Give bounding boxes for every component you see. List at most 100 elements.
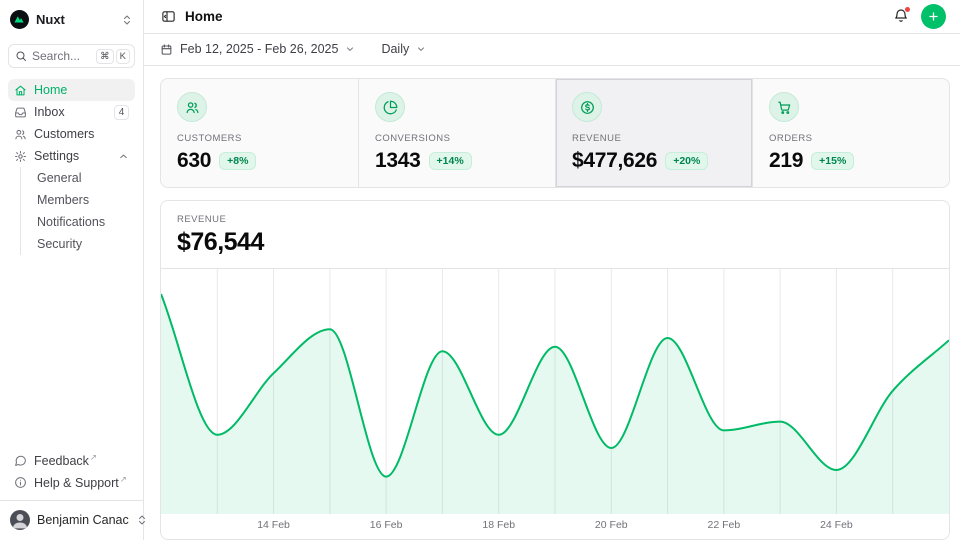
interval-select[interactable]: Daily — [381, 42, 426, 56]
nuxt-logo-icon — [10, 10, 29, 29]
chevron-up-icon — [118, 151, 129, 162]
avatar — [10, 510, 30, 530]
stat-label: ORDERS — [769, 133, 933, 144]
sidebar-item-label: Inbox — [34, 105, 65, 119]
stat-card-conversions[interactable]: CONVERSIONS 1343 +14% — [358, 79, 555, 187]
sidebar-item-inbox[interactable]: Inbox 4 — [8, 101, 135, 123]
stats-row: CUSTOMERS 630 +8% CONVERSIONS 1343 +14% — [160, 78, 950, 188]
chevrons-up-down-icon — [121, 14, 133, 26]
revenue-chart-panel: REVENUE $76,544 14 Feb 16 Feb 18 Feb 20 Feb… — [160, 200, 950, 540]
app-window: Nuxt Search... ⌘ K Home Inbox 4 — [0, 0, 960, 540]
search-icon — [15, 50, 27, 62]
stat-value: $477,626 — [572, 149, 657, 173]
search-placeholder: Search... — [32, 49, 80, 63]
external-link-icon: ↗ — [90, 452, 97, 462]
kbd-cmd: ⌘ — [96, 49, 114, 64]
stat-delta-badge: +15% — [811, 152, 854, 170]
footer-link-label: Feedback↗ — [34, 452, 97, 468]
notification-dot — [904, 6, 911, 13]
feedback-link[interactable]: Feedback↗ — [8, 449, 135, 471]
sub-item-label: Members — [37, 193, 89, 207]
chevron-down-icon — [345, 44, 355, 54]
pie-chart-icon — [383, 100, 398, 115]
dashboard-content: CUSTOMERS 630 +8% CONVERSIONS 1343 +14% — [144, 66, 960, 540]
footer-link-label: Help & Support↗ — [34, 474, 127, 490]
chart-metric-label: REVENUE — [177, 214, 933, 225]
info-circle-icon — [14, 476, 27, 489]
chart-metric-value: $76,544 — [177, 228, 933, 257]
stat-delta-badge: +20% — [665, 152, 708, 170]
dollar-circle-icon — [580, 100, 595, 115]
sidebar-divider — [0, 500, 143, 501]
search-input[interactable]: Search... ⌘ K — [8, 44, 135, 68]
sub-item-label: General — [37, 171, 81, 185]
main-area: Home Feb 12, 2025 - Feb 26, 2025 Daily — [144, 0, 960, 540]
chart-x-axis: 14 Feb 16 Feb 18 Feb 20 Feb 22 Feb 24 Feb — [161, 514, 949, 538]
plus-icon — [927, 10, 940, 23]
header: Home — [144, 0, 960, 34]
help-support-link[interactable]: Help & Support↗ — [8, 471, 135, 493]
search-shortcut: ⌘ K — [96, 49, 130, 64]
stat-label: CONVERSIONS — [375, 133, 539, 144]
sidebar-collapse-button[interactable] — [161, 9, 176, 24]
interval-label: Daily — [381, 42, 409, 56]
home-icon — [14, 84, 27, 97]
date-range-label: Feb 12, 2025 - Feb 26, 2025 — [180, 42, 338, 56]
chart-header: REVENUE $76,544 — [161, 201, 949, 269]
sub-item-label: Notifications — [37, 215, 105, 229]
x-tick-label: 24 Feb — [820, 519, 853, 531]
sidebar-nav: Home Inbox 4 Customers Settings General — [8, 79, 135, 255]
page-title: Home — [185, 9, 223, 24]
header-actions — [893, 4, 946, 29]
sidebar-item-customers[interactable]: Customers — [8, 123, 135, 145]
sidebar-item-label: Home — [34, 83, 67, 97]
user-name: Benjamin Canac — [37, 513, 129, 527]
stat-delta-badge: +14% — [429, 152, 472, 170]
stat-card-customers[interactable]: CUSTOMERS 630 +8% — [161, 79, 358, 187]
gear-icon — [14, 150, 27, 163]
panel-left-icon — [161, 9, 176, 24]
settings-subtree: General Members Notifications Security — [20, 167, 135, 255]
x-tick-label: 18 Feb — [482, 519, 515, 531]
filters-toolbar: Feb 12, 2025 - Feb 26, 2025 Daily — [144, 34, 960, 66]
stat-label: REVENUE — [572, 133, 736, 144]
sub-item-label: Security — [37, 237, 82, 251]
sidebar-item-label: Settings — [34, 149, 79, 163]
stat-label: CUSTOMERS — [177, 133, 342, 144]
x-tick-label: 16 Feb — [370, 519, 403, 531]
cart-icon — [777, 100, 792, 115]
user-menu[interactable]: Benjamin Canac — [8, 508, 135, 532]
sidebar-spacer — [8, 255, 135, 449]
stat-card-orders[interactable]: ORDERS 219 +15% — [752, 79, 949, 187]
chat-bubble-icon — [14, 454, 27, 467]
stat-card-revenue[interactable]: REVENUE $477,626 +20% — [555, 79, 752, 187]
x-tick-label: 22 Feb — [707, 519, 740, 531]
add-button[interactable] — [921, 4, 946, 29]
date-range-picker[interactable]: Feb 12, 2025 - Feb 26, 2025 — [160, 42, 355, 56]
stat-value: 630 — [177, 149, 211, 173]
sidebar-item-home[interactable]: Home — [8, 79, 135, 101]
notifications-button[interactable] — [893, 8, 909, 24]
kbd-k: K — [116, 49, 130, 64]
x-tick-label: 14 Feb — [257, 519, 290, 531]
sidebar-item-notifications[interactable]: Notifications — [21, 211, 135, 233]
sidebar-item-label: Customers — [34, 127, 94, 141]
x-tick-label: 20 Feb — [595, 519, 628, 531]
stat-value: 1343 — [375, 149, 421, 173]
inbox-count-badge: 4 — [114, 105, 129, 120]
chart-plot-area: 14 Feb 16 Feb 18 Feb 20 Feb 22 Feb 24 Feb — [161, 269, 949, 539]
sidebar: Nuxt Search... ⌘ K Home Inbox 4 — [0, 0, 144, 540]
sidebar-item-security[interactable]: Security — [21, 233, 135, 255]
users-icon — [185, 100, 200, 115]
external-link-icon: ↗ — [120, 474, 127, 484]
sidebar-item-general[interactable]: General — [21, 167, 135, 189]
stat-delta-badge: +8% — [219, 152, 256, 170]
inbox-icon — [14, 106, 27, 119]
team-selector[interactable]: Nuxt — [8, 8, 135, 31]
calendar-icon — [160, 43, 173, 56]
sidebar-item-settings[interactable]: Settings — [8, 145, 135, 167]
users-icon — [14, 128, 27, 141]
stat-value: 219 — [769, 149, 803, 173]
revenue-chart-svg[interactable] — [161, 269, 949, 514]
sidebar-item-members[interactable]: Members — [21, 189, 135, 211]
